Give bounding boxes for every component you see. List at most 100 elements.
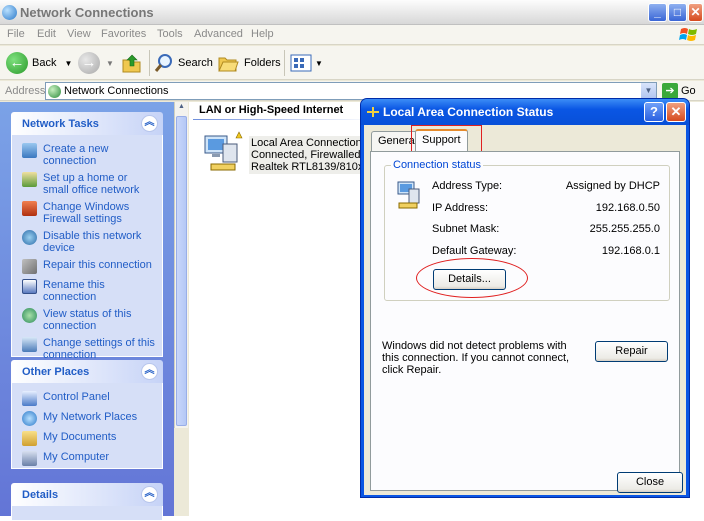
connection-name: Local Area Connection	[251, 137, 362, 149]
firewall-icon	[22, 201, 37, 216]
back-dropdown-icon[interactable]: ▼	[64, 59, 72, 68]
connection-device: Realtek RTL8139/810x Fa	[251, 161, 365, 173]
network-computer-icon	[397, 181, 420, 209]
menu-edit[interactable]: Edit	[37, 28, 56, 40]
other-places-title: Other Places	[22, 366, 90, 378]
place-label: Control Panel	[43, 391, 110, 403]
status-label: Default Gateway:	[432, 245, 517, 257]
task-home-network[interactable]: Set up a home or small office network	[22, 172, 156, 196]
place-my-network-places[interactable]: My Network Places	[22, 411, 156, 426]
address-label: Address	[5, 85, 46, 97]
minimize-button[interactable]: _	[648, 3, 667, 22]
close-window-button[interactable]: ✕	[688, 3, 703, 22]
task-label: View status of this connection	[43, 308, 132, 332]
network-places-icon	[22, 411, 37, 426]
toolbar-separator	[284, 50, 285, 76]
dialog-titlebar[interactable]: Local Area Connection Status ? ✕	[361, 99, 689, 125]
forward-button[interactable]: → ▼	[78, 51, 114, 75]
task-label: Change settings of this connection	[43, 337, 155, 361]
repair-button[interactable]: Repair	[595, 341, 668, 362]
task-view-status[interactable]: View status of this connection	[22, 308, 156, 332]
task-label: Disable this network device	[43, 230, 142, 254]
folders-button[interactable]: Folders	[218, 51, 281, 75]
menu-file[interactable]: File	[7, 28, 25, 40]
views-dropdown-icon[interactable]: ▼	[315, 59, 323, 68]
menu-tools[interactable]: Tools	[157, 28, 183, 40]
go-button[interactable]: ➔ Go	[662, 83, 696, 99]
menu-view[interactable]: View	[67, 28, 91, 40]
dialog-body: General Support Connection status Addres…	[364, 125, 686, 495]
status-value: 255.255.255.0	[589, 223, 660, 235]
task-pane: Network Tasks ︽ Create a new connection …	[0, 102, 174, 521]
place-label: My Network Places	[43, 411, 138, 423]
maximize-button[interactable]: □	[668, 3, 687, 22]
status-value: Assigned by DHCP	[565, 180, 660, 192]
dialog-close-x-button[interactable]: ✕	[666, 102, 686, 122]
place-control-panel[interactable]: Control Panel	[22, 391, 156, 406]
help-button[interactable]: ?	[644, 102, 664, 122]
address-dropdown-icon[interactable]: ▼	[641, 83, 656, 99]
network-connection-icon	[367, 107, 379, 117]
disable-device-icon	[22, 230, 37, 245]
connection-status-group: Connection status Address Type: Assigned…	[384, 159, 670, 301]
network-tasks-panel: Network Tasks ︽ Create a new connection …	[11, 112, 163, 361]
collapse-chevron-icon[interactable]: ︽	[141, 486, 158, 503]
lan-connection-icon[interactable]	[201, 130, 243, 174]
network-globe-icon	[2, 5, 17, 20]
connection-status: Connected, Firewalled	[251, 149, 361, 161]
windows-logo-icon	[679, 28, 697, 41]
up-folder-button[interactable]	[121, 51, 143, 75]
status-label: Subnet Mask:	[432, 223, 500, 235]
dialog-title: Local Area Connection Status	[383, 105, 554, 119]
place-label: My Computer	[43, 451, 110, 463]
status-label: IP Address:	[432, 202, 489, 214]
home-network-icon	[22, 172, 37, 187]
task-repair-connection[interactable]: Repair this connection	[22, 259, 156, 274]
connection-status-title: Connection status	[391, 159, 484, 171]
scroll-up-icon[interactable]: ▲	[176, 103, 187, 115]
menu-favorites[interactable]: Favorites	[101, 28, 146, 40]
task-label: Repair this connection	[43, 259, 152, 271]
place-my-computer[interactable]: My Computer	[22, 451, 156, 466]
network-globe-icon	[48, 85, 61, 98]
explorer-titlebar[interactable]: Network Connections _ □ ✕	[0, 0, 704, 25]
scroll-thumb[interactable]	[176, 116, 187, 426]
collapse-chevron-icon[interactable]: ︽	[141, 115, 158, 132]
back-button[interactable]: ← Back ▼	[6, 51, 72, 75]
repair-wrench-icon	[22, 259, 37, 274]
control-panel-icon	[22, 391, 37, 406]
network-tasks-title: Network Tasks	[22, 118, 99, 130]
other-places-header[interactable]: Other Places ︽	[11, 360, 163, 383]
folders-label: Folders	[244, 57, 281, 69]
connection-item-text[interactable]: Local Area Connection Connected, Firewal…	[249, 136, 365, 174]
other-places-panel: Other Places ︽ Control Panel My Network …	[11, 360, 163, 469]
task-firewall-settings[interactable]: Change Windows Firewall settings	[22, 201, 156, 225]
task-create-connection[interactable]: Create a new connection	[22, 143, 156, 167]
group-divider	[193, 119, 373, 120]
task-label: Rename this connection	[43, 279, 105, 303]
search-button[interactable]: Search	[154, 51, 213, 75]
close-button[interactable]: Close	[617, 472, 683, 493]
menu-help[interactable]: Help	[251, 28, 274, 40]
network-tasks-header[interactable]: Network Tasks ︽	[11, 112, 163, 135]
search-label: Search	[178, 57, 213, 69]
support-tab-page: Connection status Address Type: Assigned…	[370, 151, 680, 491]
forward-dropdown-icon[interactable]: ▼	[106, 59, 114, 68]
menu-advanced[interactable]: Advanced	[194, 28, 243, 40]
task-rename-connection[interactable]: Rename this connection	[22, 279, 156, 303]
menu-bar: File Edit View Favorites Tools Advanced …	[0, 25, 704, 45]
task-disable-device[interactable]: Disable this network device	[22, 230, 156, 254]
my-documents-icon	[22, 431, 37, 446]
views-button[interactable]: ▼	[290, 51, 323, 75]
taskpane-scrollbar[interactable]: ▲	[174, 102, 188, 428]
task-label: Create a new connection	[43, 143, 109, 167]
place-my-documents[interactable]: My Documents	[22, 431, 156, 446]
view-status-icon	[22, 308, 37, 323]
rename-icon	[22, 279, 37, 294]
details-header[interactable]: Details ︽	[11, 483, 163, 506]
address-value: Network Connections	[64, 85, 169, 97]
views-icon	[290, 54, 312, 72]
collapse-chevron-icon[interactable]: ︽	[141, 363, 158, 380]
task-change-settings[interactable]: Change settings of this connection	[22, 337, 156, 361]
details-title: Details	[22, 489, 59, 501]
